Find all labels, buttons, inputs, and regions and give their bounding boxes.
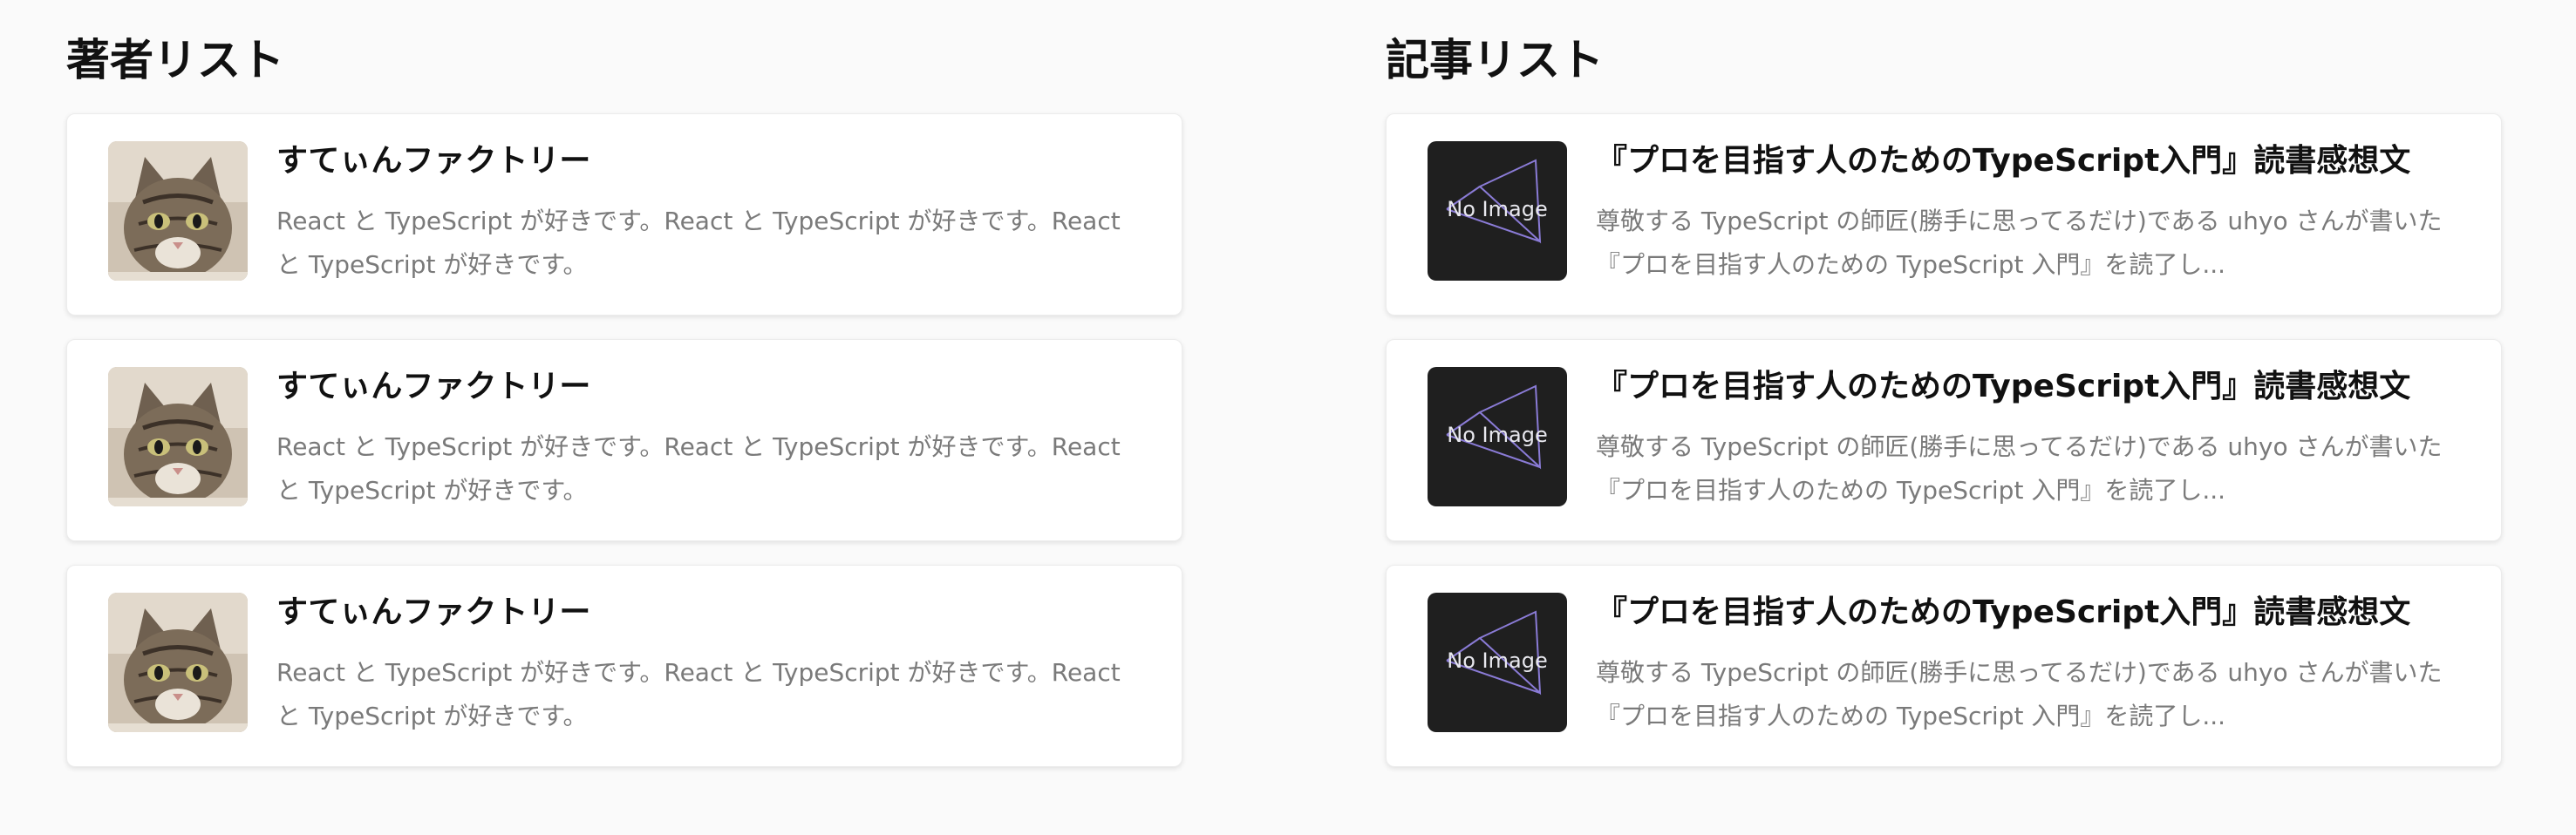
no-image-thumbnail: No Image [1428,367,1567,506]
article-excerpt: 尊敬する TypeScript の師匠(勝手に思ってるだけ)である uhyo さ… [1596,658,2443,730]
no-image-label: No Image [1447,197,1548,221]
cat-photo-icon [108,593,248,732]
author-card[interactable]: すてぃんファクトリー React と TypeScript が好きです。Reac… [66,113,1182,316]
author-name: すてぃんファクトリー [276,369,591,404]
article-excerpt: 尊敬する TypeScript の師匠(勝手に思ってるだけ)である uhyo さ… [1596,432,2443,505]
no-image-thumbnail: No Image [1428,593,1567,732]
author-card[interactable]: すてぃんファクトリー React と TypeScript が好きです。Reac… [66,339,1182,541]
author-card[interactable]: すてぃんファクトリー React と TypeScript が好きです。Reac… [66,565,1182,767]
cat-avatar-drawing [108,367,248,506]
author-name: すてぃんファクトリー [276,594,591,630]
author-bio: React と TypeScript が好きです。React と TypeScr… [276,207,1121,279]
author-name: すてぃんファクトリー [276,143,591,179]
author-list-title: 著者リスト [66,35,284,85]
article-title: 『プロを目指す人のためのTypeScript入門』読書感想文 [1596,143,2411,179]
article-title: 『プロを目指す人のためのTypeScript入門』読書感想文 [1596,594,2411,630]
article-excerpt: 尊敬する TypeScript の師匠(勝手に思ってるだけ)である uhyo さ… [1596,207,2443,279]
article-card[interactable]: No Image 『プロを目指す人のためのTypeScript入門』読書感想文 … [1386,339,2502,541]
no-image-label: No Image [1447,648,1548,673]
no-image-thumbnail: No Image [1428,141,1567,281]
article-card[interactable]: No Image 『プロを目指す人のためのTypeScript入門』読書感想文 … [1386,565,2502,767]
article-card[interactable]: No Image 『プロを目指す人のためのTypeScript入門』読書感想文 … [1386,113,2502,316]
cat-avatar-drawing [108,593,248,732]
page: 著者リスト すてぃんファクトリー React と TypeScript が好きで… [0,0,2576,835]
article-list-title: 記事リスト [1386,35,1604,85]
author-bio: React と TypeScript が好きです。React と TypeScr… [276,432,1121,505]
cat-photo-icon [108,141,248,281]
cat-avatar-drawing [108,141,248,281]
article-title: 『プロを目指す人のためのTypeScript入門』読書感想文 [1596,369,2411,404]
cat-photo-icon [108,367,248,506]
author-bio: React と TypeScript が好きです。React と TypeScr… [276,658,1121,730]
no-image-label: No Image [1447,423,1548,447]
